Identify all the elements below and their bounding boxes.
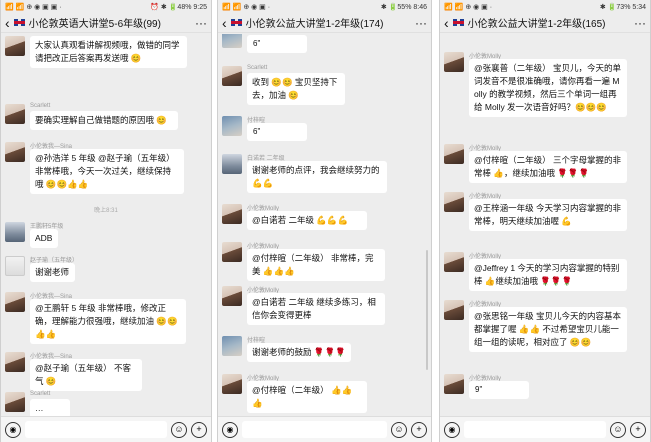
avatar[interactable] xyxy=(5,392,25,412)
message-input[interactable] xyxy=(25,421,167,438)
input-bar: ◉ ☺ + xyxy=(218,416,431,442)
chat-panel-3: 📶 📶 ⊕ ◉ ▣ · ✱ 🔋73% 5:34 ‹ 小伦敦公益大讲堂1-2年级(… xyxy=(439,0,651,442)
status-bar: 📶 📶 ⊕ ◉ ▣ · ✱ 🔋73% 5:34 xyxy=(440,0,650,13)
message-bubble[interactable]: 谢谢老师的点评，我会继续努力的 💪💪 xyxy=(247,161,387,193)
message-bubble[interactable]: @张思铭一年级 宝贝儿今天的内容基本都掌握了喔 👍👍 不过希望宝贝儿能一组一组的… xyxy=(469,307,627,352)
avatar[interactable] xyxy=(222,154,242,174)
chat-header: ‹ 小伦敦公益大讲堂1-2年级(165) ··· xyxy=(440,13,650,33)
plus-icon[interactable]: + xyxy=(191,421,207,438)
avatar[interactable] xyxy=(5,256,25,276)
uk-flag-icon xyxy=(452,19,464,26)
plus-icon[interactable]: + xyxy=(411,421,427,438)
message-bubble[interactable]: ADB xyxy=(30,229,58,248)
avatar[interactable] xyxy=(222,116,242,136)
message-list[interactable]: 6" Scarlett 收到 😊😊 宝贝坚持下去，加油 😊 付梓暄 6" 白诺若… xyxy=(218,34,431,416)
voice-message[interactable]: 6" xyxy=(247,35,307,53)
avatar[interactable] xyxy=(222,374,242,394)
plus-icon[interactable]: + xyxy=(630,421,646,438)
avatar[interactable] xyxy=(222,204,242,224)
status-left: 📶 📶 ⊕ ◉ ▣ · xyxy=(444,3,493,11)
back-icon[interactable]: ‹ xyxy=(444,16,449,30)
message-bubble[interactable]: @付梓暄（二年级） 三个字母掌握的非常棒 👍，继续加油哦 🌹🌹🌹 xyxy=(469,151,627,183)
chat-panel-2: 📶 📶 ⊕ ◉ ▣ · ✱ 🔋55% 8:46 ‹ 小伦敦公益大讲堂1-2年级(… xyxy=(217,0,432,442)
voice-message[interactable]: 9" xyxy=(469,381,529,399)
emoji-icon[interactable]: ☺ xyxy=(391,421,407,438)
chat-header: ‹ 小伦敦英语大讲堂5-6年级(99) ··· xyxy=(1,13,211,33)
back-icon[interactable]: ‹ xyxy=(5,16,10,30)
voice-icon[interactable]: ◉ xyxy=(444,421,460,438)
message-list[interactable]: 大家认真观看讲解视频哦，做错的同学请把改正后答案再发送哦 😊 Scarlett … xyxy=(1,34,211,416)
input-bar: ◉ ☺ + xyxy=(1,416,211,442)
message-bubble[interactable]: @王梓涵一年级 今天学习内容掌握的非常棒，明天继续加油喔 💪 xyxy=(469,199,627,231)
avatar[interactable] xyxy=(5,104,25,124)
status-right: ✱ 🔋55% 8:46 xyxy=(380,3,427,11)
emoji-icon[interactable]: ☺ xyxy=(610,421,626,438)
voice-message[interactable]: 6" xyxy=(247,123,307,141)
status-left: 📶 📶 ⊕ ◉ ▣ ▣ · xyxy=(5,3,62,11)
avatar[interactable] xyxy=(5,222,25,242)
avatar[interactable] xyxy=(222,336,242,356)
avatar[interactable] xyxy=(444,52,464,72)
message-bubble[interactable]: @付梓暄（二年级） 非常棒，完美 👍👍👍 xyxy=(247,249,385,281)
avatar[interactable] xyxy=(444,144,464,164)
message-bubble[interactable]: … xyxy=(30,399,70,416)
message-list[interactable]: 小伦敦Molly @张襄普（二年级） 宝贝儿，今天的单词发音不是很准确哦，请你再… xyxy=(440,34,650,416)
avatar[interactable] xyxy=(444,192,464,212)
status-right: ✱ 🔋73% 5:34 xyxy=(599,3,646,11)
message-bubble[interactable]: 收到 😊😊 宝贝坚持下去，加油 😊 xyxy=(247,73,345,105)
message-input[interactable] xyxy=(464,421,606,438)
message-bubble[interactable]: @孙浩洋 5 年级 @赵子瑜（五年级）非常棒哦，今天一次过关，继续保持哦 😊😊👍… xyxy=(30,149,184,194)
message-bubble[interactable]: 谢谢老师 xyxy=(30,263,75,282)
status-bar: 📶 📶 ⊕ ◉ ▣ ▣ · ⏰ ✱ 🔋48% 9:25 xyxy=(1,0,211,13)
voice-icon[interactable]: ◉ xyxy=(222,421,238,438)
message-bubble[interactable]: @白诺若 二年级 继续多练习，相信你会变得更棒 xyxy=(247,293,385,325)
message-bubble[interactable]: @付梓暄（二年级） 👍👍👍 xyxy=(247,381,367,413)
timestamp: 晚上8:31 xyxy=(94,208,118,214)
chat-panel-1: 📶 📶 ⊕ ◉ ▣ ▣ · ⏰ ✱ 🔋48% 9:25 ‹ 小伦敦英语大讲堂5-… xyxy=(0,0,212,442)
message-bubble[interactable]: @张襄普（二年级） 宝贝儿，今天的单词发音不是很准确哦，请你再看一遍 Molly… xyxy=(469,59,627,117)
avatar[interactable] xyxy=(444,252,464,272)
sender-name: Scarlett xyxy=(30,103,51,109)
message-bubble[interactable]: @Jeffrey 1 今天的学习内容掌握的特别棒 👍继续加油哦 🌹🌹🌹 xyxy=(469,259,627,291)
scrollbar[interactable] xyxy=(426,250,428,370)
more-icon[interactable]: ··· xyxy=(634,16,646,30)
status-right: ⏰ ✱ 🔋48% 9:25 xyxy=(150,3,207,11)
message-bubble[interactable]: @赵子瑜（五年级） 不客气 😊 xyxy=(30,359,142,391)
message-bubble[interactable]: 大家认真观看讲解视频哦，做错的同学请把改正后答案再发送哦 😊 xyxy=(30,36,187,68)
message-bubble[interactable]: 要确实理解自己做错题的原因哦 😊 xyxy=(30,111,178,130)
sender-name: Scarlett xyxy=(247,65,268,71)
avatar[interactable] xyxy=(444,300,464,320)
avatar[interactable] xyxy=(222,242,242,262)
back-icon[interactable]: ‹ xyxy=(222,16,227,30)
emoji-icon[interactable]: ☺ xyxy=(171,421,187,438)
status-left: 📶 📶 ⊕ ◉ ▣ · xyxy=(222,3,271,11)
avatar[interactable] xyxy=(5,142,25,162)
message-input[interactable] xyxy=(242,421,387,438)
avatar[interactable] xyxy=(5,36,25,56)
avatar[interactable] xyxy=(5,352,25,372)
status-bar: 📶 📶 ⊕ ◉ ▣ · ✱ 🔋55% 8:46 xyxy=(218,0,431,13)
input-bar: ◉ ☺ + xyxy=(440,416,650,442)
uk-flag-icon xyxy=(230,19,242,26)
group-title: 小伦敦英语大讲堂5-6年级(99) xyxy=(28,19,161,30)
voice-icon[interactable]: ◉ xyxy=(5,421,21,438)
uk-flag-icon xyxy=(13,19,25,26)
message-bubble[interactable]: @王鹏轩 5 年级 非常棒哦，修改正确，理解能力很强哦，继续加油 😊😊👍👍 xyxy=(30,299,186,344)
more-icon[interactable]: ··· xyxy=(195,16,207,30)
avatar[interactable] xyxy=(444,374,464,394)
sender-name: Scarlett xyxy=(30,391,51,397)
message-bubble[interactable]: @白诺若 二年级 💪💪💪 xyxy=(247,211,367,230)
avatar[interactable] xyxy=(222,286,242,306)
message-bubble[interactable]: 谢谢老师的鼓励 🌹🌹🌹 xyxy=(247,343,351,362)
group-title: 小伦敦公益大讲堂1-2年级(174) xyxy=(245,19,384,30)
avatar[interactable] xyxy=(5,292,25,312)
avatar[interactable] xyxy=(222,66,242,86)
avatar[interactable] xyxy=(222,34,242,48)
group-title: 小伦敦公益大讲堂1-2年级(165) xyxy=(467,19,606,30)
more-icon[interactable]: ··· xyxy=(415,16,427,30)
chat-header: ‹ 小伦敦公益大讲堂1-2年级(174) ··· xyxy=(218,13,431,33)
